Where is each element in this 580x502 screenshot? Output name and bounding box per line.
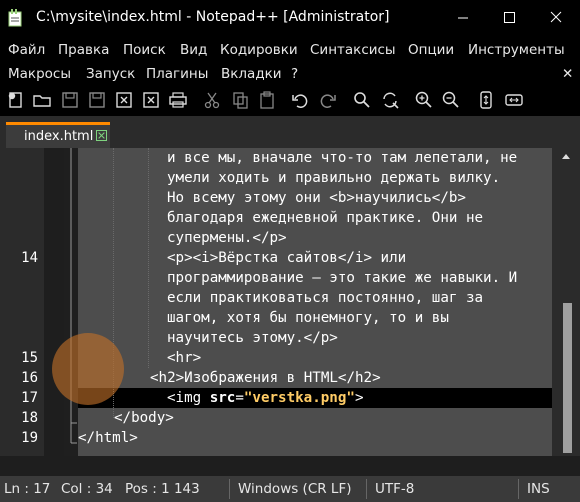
close-all-icon[interactable] — [141, 90, 161, 110]
status-divider — [366, 479, 367, 499]
code-line: супермены.</p> — [167, 230, 287, 246]
code-line: и все мы, вначале что-то там лепетали, н… — [167, 150, 518, 166]
maximize-button[interactable] — [486, 0, 532, 36]
code-line: благодаря ежедневной практике. Они не — [167, 210, 484, 226]
code-line: если практиковаться постоянно, шаг за — [167, 290, 484, 306]
menu-encoding[interactable]: Кодировки — [220, 42, 298, 58]
redo-icon[interactable] — [318, 90, 338, 110]
title-bar: C:\mysite\index.html - Notepad++ [Admini… — [0, 0, 580, 36]
sync-vertical-icon[interactable] — [476, 90, 496, 110]
fold-markers — [70, 148, 77, 444]
code-line: <p><i>Вёрстка сайтов</i> или — [167, 250, 407, 266]
menu-search[interactable]: Поиск — [123, 42, 166, 58]
cut-icon[interactable] — [202, 90, 222, 110]
attribute-equals: = — [235, 390, 244, 406]
status-position: Pos : 1 143 — [125, 481, 200, 497]
close-window-icon — [550, 11, 562, 23]
editor[interactable]: 14 15 16 17 18 19 и все мы, вначале что-… — [0, 148, 580, 474]
indent-guide — [148, 148, 150, 368]
find-icon[interactable] — [352, 90, 372, 110]
menu-macro[interactable]: Макросы — [8, 66, 71, 82]
line-number: 15 — [21, 350, 38, 366]
code-line: </body> — [114, 410, 174, 426]
copy-icon[interactable] — [230, 90, 250, 110]
attribute-value: "verstka.png" — [243, 390, 355, 406]
code-line: <hr> — [167, 350, 202, 366]
line-number: 19 — [21, 430, 38, 446]
tab-label: index.html — [24, 129, 94, 144]
attribute-name: src — [209, 390, 236, 406]
menu-run[interactable]: Запуск — [86, 66, 135, 82]
menu-tools[interactable]: Инструменты — [468, 42, 565, 58]
menu-view[interactable]: Вид — [180, 42, 207, 58]
status-column: Col : 34 — [61, 481, 113, 497]
status-divider — [518, 479, 519, 499]
line-number: 17 — [21, 390, 38, 406]
img-tag-close: > — [354, 390, 364, 406]
status-eol[interactable]: Windows (CR LF) — [238, 481, 351, 497]
line-number: 18 — [21, 410, 38, 426]
maximize-icon — [504, 12, 515, 23]
menu-plugins[interactable]: Плагины — [146, 66, 208, 82]
close-document-x[interactable]: ✕ — [562, 66, 573, 82]
menu-window[interactable]: Вкладки — [221, 66, 282, 82]
open-file-icon[interactable] — [32, 90, 52, 110]
replace-icon[interactable] — [380, 90, 400, 110]
menu-help[interactable]: ? — [291, 66, 298, 82]
zoom-in-icon[interactable] — [414, 90, 434, 110]
tab-index-html[interactable]: index.html — [6, 122, 110, 148]
menu-syntax[interactable]: Синтаксисы — [310, 42, 396, 58]
code-line: Но всему этому они <b>научились</b> — [167, 190, 466, 206]
print-icon[interactable] — [168, 90, 188, 110]
zoom-out-icon[interactable] — [441, 90, 461, 110]
sync-horizontal-icon[interactable] — [504, 90, 524, 110]
tab-close-icon[interactable] — [96, 130, 107, 141]
minimize-button[interactable] — [440, 0, 486, 36]
menu-edit[interactable]: Правка — [58, 42, 109, 58]
minimize-icon — [458, 17, 468, 19]
scroll-up-icon[interactable] — [561, 152, 571, 160]
notepadpp-icon — [8, 9, 22, 27]
code-line: шагом, хотя бы понемногу, то и вы — [167, 310, 449, 326]
close-icon[interactable] — [114, 90, 134, 110]
status-bar: Ln : 17 Col : 34 Pos : 1 143 Windows (CR… — [0, 476, 580, 502]
close-window-button[interactable] — [532, 0, 580, 36]
code-line: умели ходить и правильно держать вилку. — [167, 170, 501, 186]
undo-icon[interactable] — [290, 90, 310, 110]
status-encoding[interactable]: UTF-8 — [375, 481, 414, 497]
status-line: Ln : 17 — [4, 481, 51, 497]
code-line: <h2>Изображения в HTML</h2> — [150, 370, 381, 386]
tab-bar: index.html — [0, 116, 580, 148]
code-line-current: <img src="verstka.png"> — [167, 390, 363, 406]
scrollbar-thumb[interactable] — [563, 303, 572, 453]
save-all-icon[interactable] — [87, 90, 107, 110]
code-line: научитесь этому.</p> — [167, 330, 338, 346]
paste-icon[interactable] — [257, 90, 277, 110]
horizontal-scrollbar[interactable] — [0, 456, 580, 474]
line-number: 14 — [21, 250, 38, 266]
line-number: 16 — [21, 370, 38, 386]
status-divider — [229, 479, 230, 499]
menu-file[interactable]: Файл — [8, 42, 45, 58]
new-file-icon[interactable] — [6, 90, 26, 110]
window-title: C:\mysite\index.html - Notepad++ [Admini… — [36, 9, 390, 25]
code-line: </html> — [78, 430, 138, 446]
status-insert-mode: INS — [527, 481, 550, 497]
code-line: программирование — это такие же навыки. … — [167, 270, 518, 286]
mouse-cursor-highlight — [52, 333, 124, 405]
menu-bar: Файл Правка Поиск Вид Кодировки Синтакси… — [0, 36, 580, 84]
img-tag-open: <img — [167, 390, 210, 406]
menu-settings[interactable]: Опции — [408, 42, 454, 58]
save-icon[interactable] — [60, 90, 80, 110]
toolbar — [0, 84, 580, 116]
